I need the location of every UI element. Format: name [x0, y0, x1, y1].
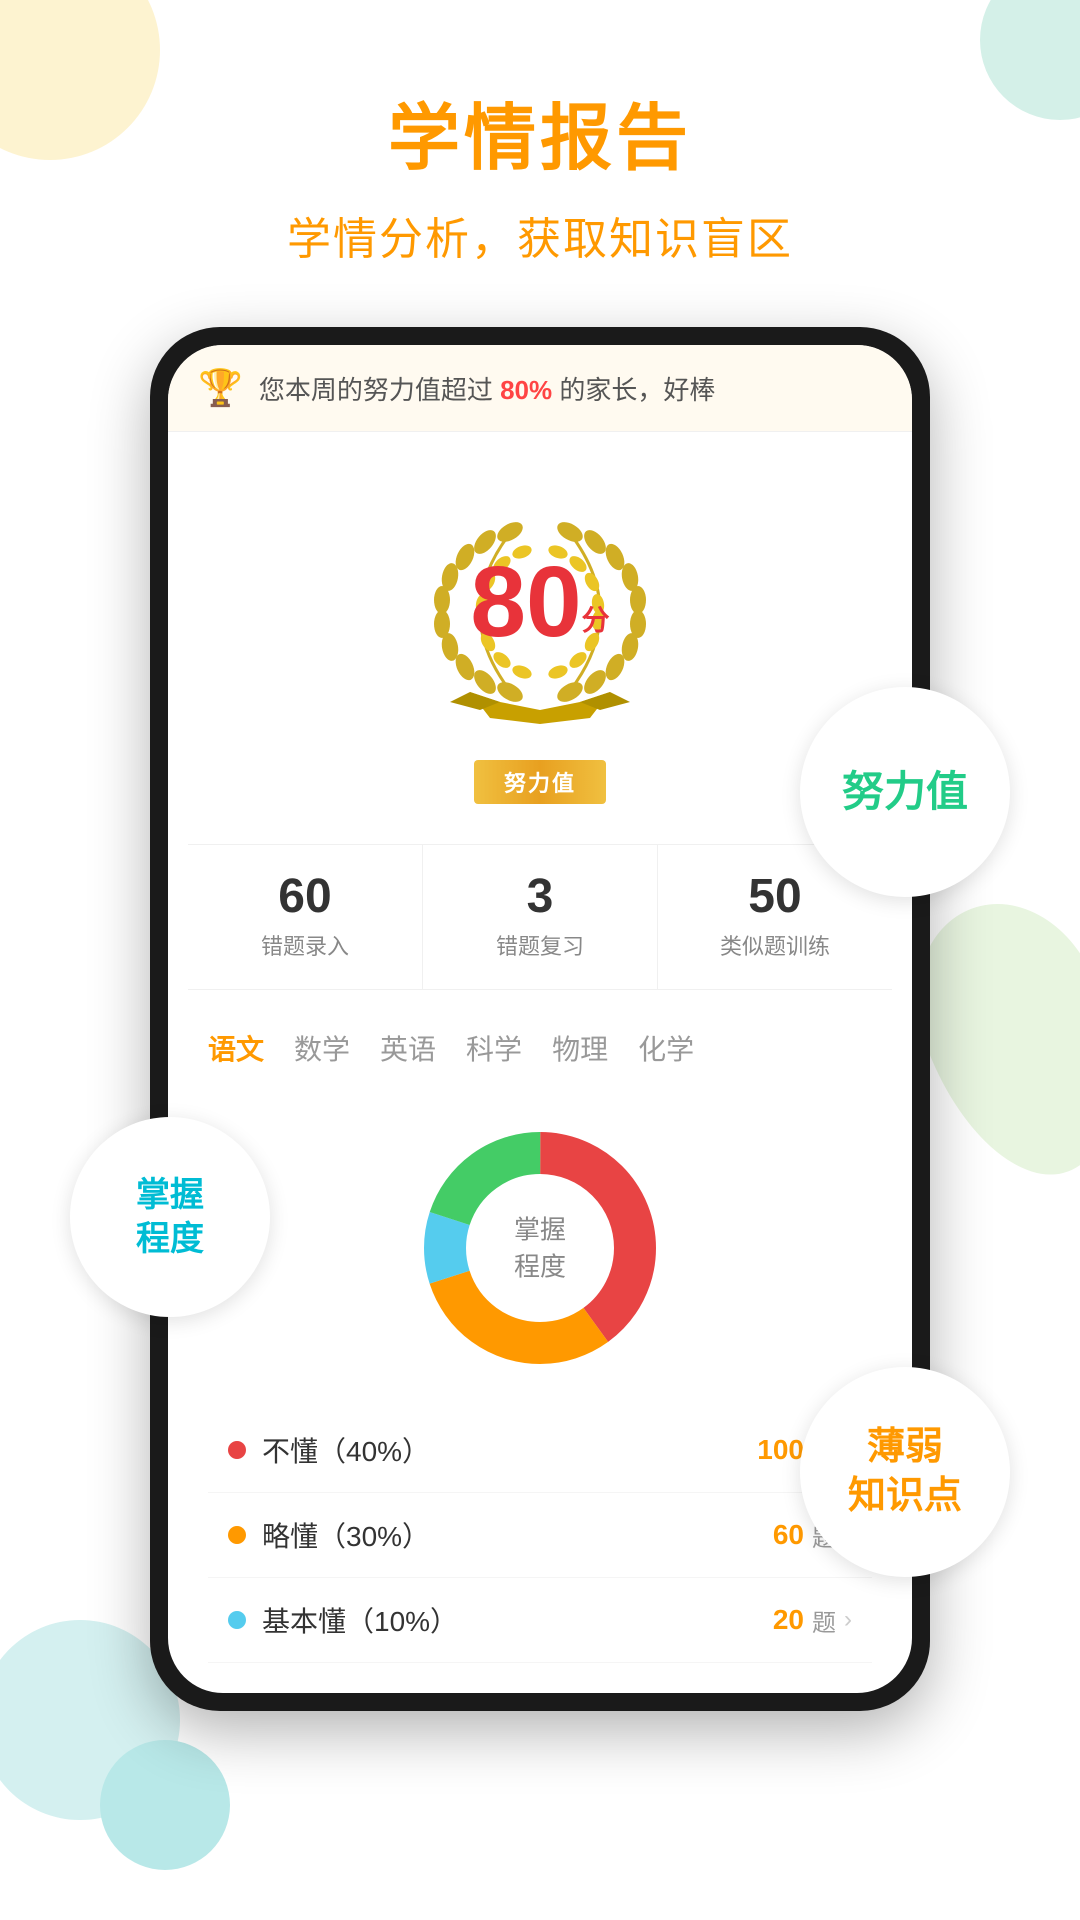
legend-dot-red: [228, 1441, 246, 1459]
score-display: 80分: [470, 552, 609, 652]
float-circle-effort: 努力值: [800, 687, 1010, 897]
phone-screen: 🏆 您本周的努力值超过 80% 的家长，好棒: [168, 345, 912, 1693]
stat-label-0: 错题录入: [198, 929, 412, 961]
stats-row: 60 错题录入 3 错题复习 50 类似题训练: [188, 844, 892, 990]
score-section: 80分 努力值: [168, 432, 912, 834]
laurel-container: 80分: [380, 472, 700, 752]
legend-text-0: 不懂（40%）: [262, 1430, 757, 1470]
tab-math[interactable]: 数学: [294, 1028, 350, 1068]
legend-count-1: 60: [773, 1519, 804, 1551]
tab-english[interactable]: 英语: [380, 1028, 436, 1068]
stat-label-1: 错题复习: [433, 929, 647, 961]
legend-item-1[interactable]: 略懂（30%） 60 题 ›: [208, 1493, 872, 1578]
phone-mockup: 努力值 掌握程度 薄弱知识点 🏆 您本周的努力值超过 80% 的家长，好棒: [150, 327, 930, 1711]
donut-center-text: 掌握程度: [514, 1212, 566, 1285]
legend-item-2[interactable]: 基本懂（10%） 20 题 ›: [208, 1578, 872, 1663]
score-value: 80: [470, 546, 581, 658]
donut-chart: 掌握程度: [400, 1108, 680, 1388]
mastery-label: 掌握程度: [136, 1173, 204, 1261]
legend-item-0[interactable]: 不懂（40%） 100 题 ›: [208, 1408, 872, 1493]
stat-label-2: 类似题训练: [668, 929, 882, 961]
trophy-icon: 🏆: [198, 367, 243, 409]
legend-unit-2: 题: [812, 1603, 836, 1638]
float-circle-weak: 薄弱知识点: [800, 1367, 1010, 1577]
weak-label: 薄弱知识点: [848, 1423, 962, 1522]
tab-chemistry[interactable]: 化学: [638, 1028, 694, 1068]
notification-highlight: 80%: [500, 375, 552, 405]
legend-list: 不懂（40%） 100 题 › 略懂（30%） 60 题 › 基本懂: [208, 1408, 872, 1663]
stat-number-1: 3: [433, 873, 647, 921]
notification-text: 您本周的努力值超过 80% 的家长，好棒: [259, 370, 882, 407]
stat-item-0: 60 错题录入: [188, 845, 423, 989]
chart-section: 掌握程度 不懂（40%） 100 题 › 略懂（30%） 60: [168, 1088, 912, 1693]
subject-tabs: 语文 数学 英语 科学 物理 化学: [168, 1000, 912, 1088]
stat-item-1: 3 错题复习: [423, 845, 658, 989]
tab-chinese[interactable]: 语文: [208, 1028, 264, 1068]
notification-bar: 🏆 您本周的努力值超过 80% 的家长，好棒: [168, 345, 912, 432]
page-subtitle: 学情分析，获取知识盲区: [0, 203, 1080, 267]
score-unit: 分: [582, 605, 610, 636]
legend-dot-blue: [228, 1611, 246, 1629]
score-label-banner: 努力值: [474, 760, 606, 804]
legend-dot-orange: [228, 1526, 246, 1544]
legend-arrow-2: ›: [844, 1606, 852, 1634]
effort-label: 努力值: [842, 767, 968, 817]
legend-text-2: 基本懂（10%）: [262, 1600, 773, 1640]
tab-science[interactable]: 科学: [466, 1028, 522, 1068]
tab-physics[interactable]: 物理: [552, 1028, 608, 1068]
stat-number-0: 60: [198, 873, 412, 921]
legend-count-0: 100: [757, 1434, 804, 1466]
page-title: 学情报告: [0, 100, 1080, 179]
bg-decoration-bottom-left2: [100, 1740, 230, 1870]
legend-count-2: 20: [773, 1604, 804, 1636]
page-header: 学情报告 学情分析，获取知识盲区: [0, 0, 1080, 267]
float-circle-mastery: 掌握程度: [70, 1117, 270, 1317]
legend-text-1: 略懂（30%）: [262, 1515, 773, 1555]
